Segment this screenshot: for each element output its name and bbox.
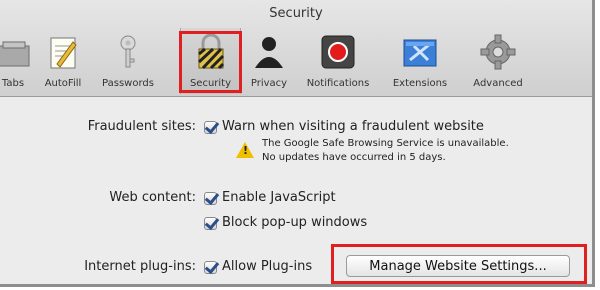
extensions-icon xyxy=(400,32,440,72)
safe-browsing-note-2: No updates have occurred in 5 days. xyxy=(262,152,446,163)
security-highlight-box xyxy=(179,31,242,93)
tab-extensions[interactable]: Extensions xyxy=(382,28,458,94)
block-popups-text[interactable]: Block pop-up windows xyxy=(222,215,367,230)
tab-notifications[interactable]: Notifications xyxy=(298,28,378,94)
allow-plugins-text[interactable]: Allow Plug-ins xyxy=(222,259,344,274)
warning-icon: ! xyxy=(236,142,254,158)
gear-icon xyxy=(478,32,518,72)
autofill-icon xyxy=(43,32,83,72)
fraudulent-sites-label: Fraudulent sites: xyxy=(87,119,196,134)
security-pane: Fraudulent sites: Warn when visiting a f… xyxy=(0,97,592,284)
internet-plugins-label: Internet plug-ins: xyxy=(84,259,196,274)
key-icon xyxy=(108,32,148,72)
tab-label: Extensions xyxy=(392,78,448,89)
tab-label: AutoFill xyxy=(44,78,82,89)
preferences-window: Security Tabs AutoFill Passwords Securit… xyxy=(0,0,595,287)
safe-browsing-note-1: The Google Safe Browsing Service is unav… xyxy=(262,138,509,149)
tab-privacy[interactable]: Privacy xyxy=(244,28,294,94)
web-content-label: Web content: xyxy=(109,190,196,205)
toolbar: Security Tabs AutoFill Passwords Securit… xyxy=(0,0,592,97)
tab-label: Advanced xyxy=(473,78,523,89)
manage-button-highlight-box xyxy=(331,244,587,284)
tab-label: Notifications xyxy=(306,78,370,89)
enable-javascript-checkbox[interactable] xyxy=(204,192,217,205)
tab-advanced[interactable]: Advanced xyxy=(460,28,536,94)
block-popups-checkbox[interactable] xyxy=(204,217,217,230)
privacy-icon xyxy=(249,32,289,72)
tabs-icon xyxy=(0,32,33,72)
window-title: Security xyxy=(269,6,323,21)
tab-passwords[interactable]: Passwords xyxy=(92,28,164,94)
fraud-warning-checkbox[interactable] xyxy=(204,121,217,134)
tab-label: Passwords xyxy=(102,78,154,89)
allow-plugins-checkbox[interactable] xyxy=(204,261,217,274)
tab-tabs[interactable]: Tabs xyxy=(0,28,32,94)
tab-autofill[interactable]: AutoFill xyxy=(36,28,90,94)
fraud-warning-text[interactable]: Warn when visiting a fraudulent website xyxy=(222,119,484,134)
tab-label: Privacy xyxy=(250,78,288,89)
tab-label: Tabs xyxy=(1,78,25,89)
notifications-icon xyxy=(318,32,358,72)
enable-javascript-text[interactable]: Enable JavaScript xyxy=(222,190,336,205)
